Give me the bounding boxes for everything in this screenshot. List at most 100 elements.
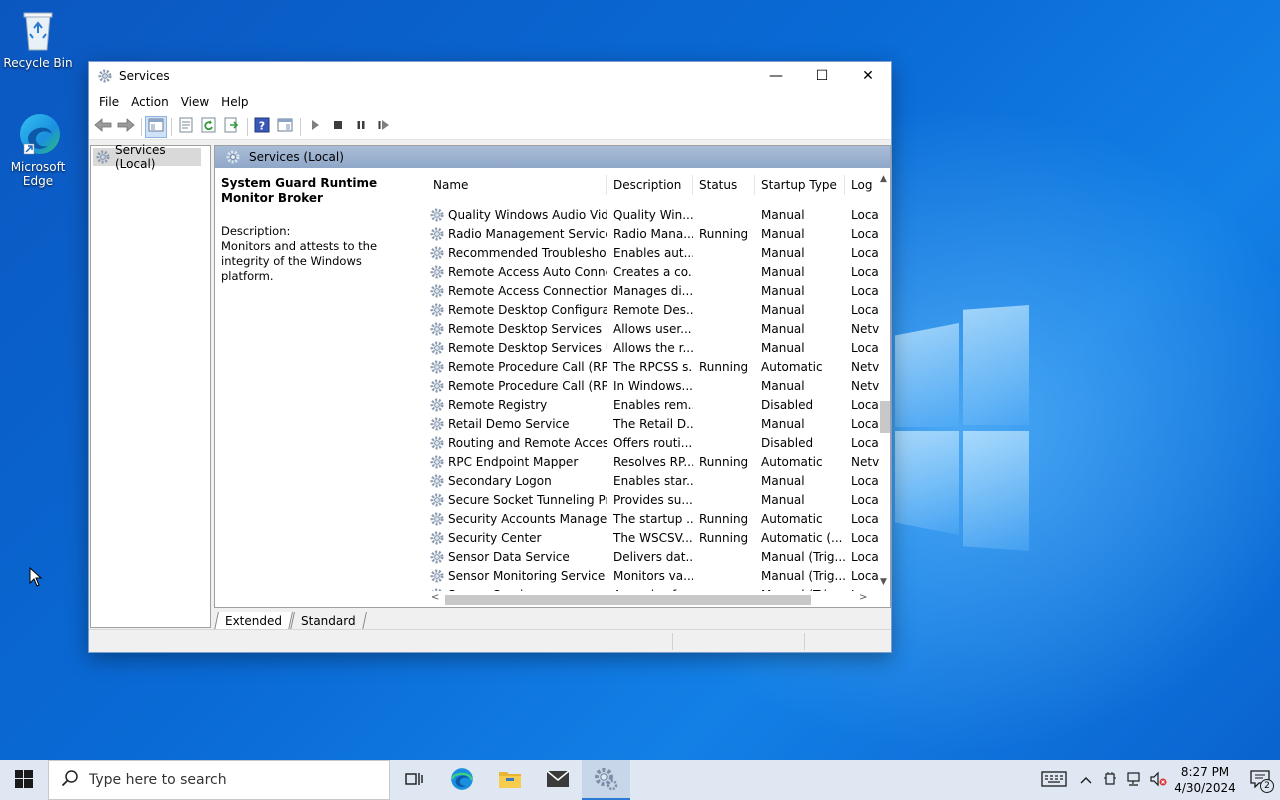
table-row[interactable]: Remote Desktop Services Allows user... Man… <box>427 319 879 338</box>
service-gear-icon <box>429 226 445 242</box>
cell-description: Enables rem... <box>613 397 693 412</box>
taskbar-search-box[interactable]: Type here to search <box>48 760 390 800</box>
scroll-up-arrow-icon[interactable]: ▲ <box>880 174 887 184</box>
table-row[interactable]: Remote Access Auto Conne... Creates a co.… <box>427 262 879 281</box>
cell-log-on-as: Loca <box>851 245 879 260</box>
table-row[interactable]: RPC Endpoint Mapper Resolves RP... Running… <box>427 452 879 471</box>
cell-name: Remote Procedure Call (RPC) <box>427 359 607 375</box>
table-row[interactable]: Security Center The WSCSV... Running Automa… <box>427 528 879 547</box>
refresh-button[interactable] <box>198 116 220 138</box>
scroll-down-arrow-icon[interactable]: ▼ <box>880 577 887 587</box>
taskbar-edge-button[interactable] <box>438 760 486 800</box>
forward-button[interactable] <box>115 116 137 138</box>
table-row[interactable]: Secure Socket Tunneling Pr... Provides su… <box>427 490 879 509</box>
minimize-button[interactable]: — <box>753 62 799 90</box>
table-row[interactable]: Remote Registry Enables rem... Disabled Loc… <box>427 395 879 414</box>
table-row[interactable]: Security Accounts Manager The startup ...… <box>427 509 879 528</box>
menu-view[interactable]: View <box>175 95 215 109</box>
tab-standard[interactable]: Standard <box>290 612 367 630</box>
taskbar-services-button[interactable] <box>582 760 630 800</box>
properties-button[interactable] <box>175 116 197 138</box>
menu-action[interactable]: Action <box>125 95 175 109</box>
taskbar-clock[interactable]: 8:27 PM 4/30/2024 <box>1170 764 1240 796</box>
horizontal-scroll-thumb[interactable] <box>445 595 811 605</box>
column-header-description[interactable]: Description <box>607 175 693 195</box>
content-area: Services (Local) Services (Local) System… <box>89 142 891 630</box>
scroll-left-arrow-icon[interactable]: < <box>431 592 439 603</box>
status-divider <box>672 633 673 650</box>
cell-name: Recommended Troublesho... <box>427 245 607 261</box>
vertical-scrollbar[interactable]: ▲ ▼ <box>879 174 890 590</box>
table-row[interactable]: Secondary Logon Enables star... Manual Loca <box>427 471 879 490</box>
table-row[interactable]: Radio Management Service Radio Mana... Run… <box>427 224 879 243</box>
vertical-scroll-thumb[interactable] <box>880 401 890 433</box>
cell-startup-type: Manual <box>761 492 805 507</box>
cell-log-on-as: Loca <box>851 397 879 412</box>
table-row[interactable]: Quality Windows Audio Vid... Quality Win.… <box>427 205 879 224</box>
services-window: Services — ☐ ✕ File Action View Help ? S… <box>88 61 892 653</box>
clock-date: 4/30/2024 <box>1174 781 1236 795</box>
task-view-button[interactable] <box>390 760 438 800</box>
start-service-button[interactable] <box>304 116 326 138</box>
keyboard-icon <box>1041 770 1067 790</box>
table-row[interactable]: Sensor Monitoring Service Monitors va... M… <box>427 566 879 585</box>
cell-description: In Windows... <box>613 378 693 393</box>
back-button[interactable] <box>92 116 114 138</box>
recycle-bin-desktop-icon[interactable]: Recycle Bin <box>0 6 76 70</box>
table-row[interactable]: Retail Demo Service The Retail D... Manual… <box>427 414 879 433</box>
cell-status: Running <box>699 511 749 526</box>
taskbar-file-explorer-button[interactable] <box>486 760 534 800</box>
cell-name: Remote Procedure Call (RP... <box>427 378 607 394</box>
maximize-button[interactable]: ☐ <box>799 62 845 90</box>
keyboard-layout-button[interactable] <box>1034 760 1074 800</box>
menu-help[interactable]: Help <box>215 95 254 109</box>
column-header-startup-type[interactable]: Startup Type <box>755 175 845 195</box>
help-button[interactable]: ? <box>251 116 273 138</box>
menu-file[interactable]: File <box>93 95 125 109</box>
taskbar-mail-button[interactable] <box>534 760 582 800</box>
table-row[interactable]: Routing and Remote Access Offers routi...… <box>427 433 879 452</box>
table-row[interactable]: Remote Procedure Call (RPC) The RPCSS s..… <box>427 357 879 376</box>
close-button[interactable]: ✕ <box>845 62 891 90</box>
action-center-button[interactable]: 2 <box>1240 760 1280 800</box>
table-row[interactable]: Sensor Data Service Delivers dat... Manual… <box>427 547 879 566</box>
column-header-name[interactable]: ^ Name <box>427 168 607 195</box>
cell-status: Running <box>699 454 749 469</box>
title-bar[interactable]: Services — ☐ ✕ <box>89 62 891 90</box>
table-row[interactable]: Remote Desktop Configurat... Remote Des..… <box>427 300 879 319</box>
pause-service-button[interactable] <box>350 116 372 138</box>
show-hidden-icons-button[interactable] <box>1074 760 1098 800</box>
table-row[interactable]: Remote Procedure Call (RP... In Windows..… <box>427 376 879 395</box>
cell-description: Enables aut... <box>613 245 693 260</box>
device-tray-button[interactable] <box>1098 760 1122 800</box>
cell-log-on-as: Netv <box>851 454 879 469</box>
scroll-right-arrow-icon[interactable]: > <box>859 592 867 603</box>
folder-icon <box>498 769 522 792</box>
recycle-bin-icon <box>14 6 62 54</box>
horizontal-scrollbar[interactable]: < > <box>427 591 890 607</box>
export-list-button[interactable] <box>221 116 243 138</box>
cell-log-on-as: Loca <box>851 530 879 545</box>
column-header-log-on-as[interactable]: Log <box>845 175 879 195</box>
forward-arrow-icon <box>117 118 135 135</box>
cell-name: Remote Registry <box>427 397 607 413</box>
network-button[interactable] <box>1122 760 1146 800</box>
tab-extended[interactable]: Extended <box>214 612 293 630</box>
restart-service-button[interactable] <box>373 116 395 138</box>
microsoft-edge-desktop-icon[interactable]: Microsoft Edge <box>0 110 76 188</box>
cell-log-on-as: Loca <box>851 549 879 564</box>
column-header-status[interactable]: Status <box>693 175 755 195</box>
start-button[interactable] <box>0 760 48 800</box>
cell-description: Enables star... <box>613 473 693 488</box>
stop-service-button[interactable] <box>327 116 349 138</box>
table-row[interactable]: Remote Desktop Services U... Allows the r… <box>427 338 879 357</box>
show-hide-action-pane-button[interactable] <box>274 116 296 138</box>
table-row[interactable]: Recommended Troublesho... Enables aut... M… <box>427 243 879 262</box>
show-hide-console-tree-button[interactable] <box>145 115 167 138</box>
volume-button[interactable] <box>1146 760 1170 800</box>
table-row[interactable]: Remote Access Connection... Manages di...… <box>427 281 879 300</box>
cell-description: Allows user... <box>613 321 692 336</box>
cell-startup-type: Disabled <box>761 435 814 450</box>
cell-startup-type: Manual <box>761 245 805 260</box>
tree-item-services-local[interactable]: Services (Local) <box>93 143 201 171</box>
